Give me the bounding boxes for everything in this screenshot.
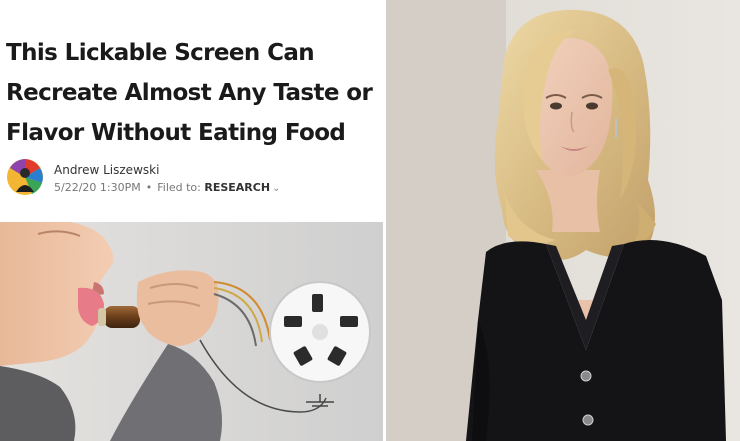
author-avatar[interactable]	[6, 158, 44, 196]
publish-timestamp: 5/22/20 1:30PM	[54, 181, 141, 194]
chevron-down-icon[interactable]: ⌄	[272, 183, 280, 194]
meta-separator: •	[145, 181, 153, 194]
article-meta: 5/22/20 1:30PM • Filed to: RESEARCH ⌄	[54, 181, 280, 194]
portrait-photo	[386, 0, 740, 441]
filed-label: Filed to:	[157, 181, 201, 194]
byline: Andrew Liszewski 5/22/20 1:30PM • Filed to…	[6, 158, 376, 198]
article-headline: This Lickable Screen Can Recreate Almost…	[6, 40, 373, 146]
portrait-panel	[386, 0, 740, 441]
author-name[interactable]: Andrew Liszewski	[54, 163, 159, 177]
article-photo	[0, 222, 383, 441]
category-link[interactable]: RESEARCH	[204, 181, 270, 194]
article-panel: This Lickable Screen Can Recreate Almost…	[0, 0, 383, 441]
